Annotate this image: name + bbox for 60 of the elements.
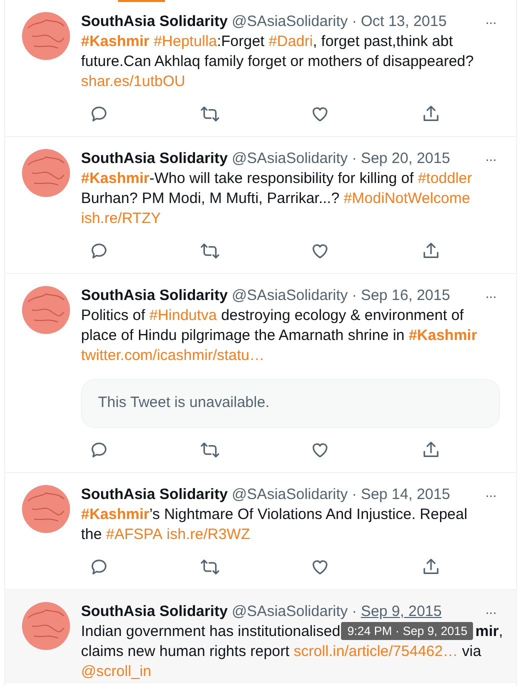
retweet-icon[interactable] [200, 104, 220, 124]
tweet-text: mir [475, 622, 499, 640]
share-icon[interactable] [420, 241, 441, 261]
author-handle[interactable]: @SAsiaSolidarity [232, 12, 348, 32]
tweet-text: future.Can Akhlaq family forget or mothers of disappeared? [81, 53, 474, 70]
tweet-text: , forget past,think abt [312, 33, 453, 50]
separator-dot: · [352, 286, 357, 306]
retweet-icon[interactable] [200, 241, 220, 261]
tweet-date[interactable]: Sep 20, 2015 [360, 149, 450, 169]
quoted-tweet-card: This Tweet is unavailable. [81, 379, 500, 428]
share-icon[interactable] [420, 440, 441, 460]
tweet-text: claims new human rights report [81, 642, 290, 660]
timestamp-tooltip: 9:24 PM · Sep 9, 2015 [341, 622, 474, 640]
tweet-text: ’s Nightmare Of Violations And Injustice. Repeal [149, 506, 468, 522]
share-icon[interactable] [420, 556, 441, 576]
tab-indicator [118, 0, 165, 2]
author-name[interactable]: SouthAsia Solidarity [81, 12, 228, 32]
tweet-date[interactable]: Sep 16, 2015 [360, 286, 450, 306]
tweet-text: via [461, 642, 482, 660]
reply-icon[interactable] [89, 104, 109, 124]
tweet-text: the [81, 526, 103, 542]
retweet-icon[interactable] [200, 440, 220, 460]
avatar[interactable] [22, 12, 70, 60]
author-name[interactable]: SouthAsia Solidarity [81, 602, 228, 622]
tweet-text: destroying ecology & environment of [220, 307, 464, 324]
tweet-text: Politics of [81, 307, 146, 324]
author-handle[interactable]: @SAsiaSolidarity [232, 484, 348, 504]
more-icon[interactable]: ··· [485, 12, 500, 32]
avatar[interactable] [22, 602, 70, 650]
tweet-text: , [498, 622, 503, 640]
reply-icon[interactable] [89, 440, 109, 460]
author-name[interactable]: SouthAsia Solidarity [81, 149, 228, 169]
tweet-date[interactable]: Sep 14, 2015 [360, 484, 450, 504]
separator-dot: · [352, 602, 357, 622]
more-icon[interactable]: ··· [485, 484, 500, 504]
author-name[interactable]: SouthAsia Solidarity [81, 286, 228, 306]
separator-dot: · [352, 149, 357, 169]
reply-icon[interactable] [89, 556, 109, 576]
separator-dot: · [352, 12, 357, 32]
author-handle[interactable]: @SAsiaSolidarity [232, 149, 348, 169]
reply-icon[interactable] [89, 241, 109, 261]
author-handle[interactable]: @SAsiaSolidarity [232, 286, 348, 306]
tweet-date[interactable]: Oct 13, 2015 [360, 12, 447, 32]
tweet-date[interactable]: Sep 9, 2015 [360, 602, 442, 622]
share-icon[interactable] [420, 104, 441, 124]
tweet-text: :Forget [216, 33, 266, 50]
more-icon[interactable]: ··· [485, 602, 500, 622]
tweet-text: -Who will take responsibility for killing of [149, 170, 415, 187]
tweet-text: Burhan? PM Modi, M Mufti, Parrikar...? [81, 190, 340, 207]
separator-dot: · [352, 484, 357, 504]
avatar[interactable] [22, 149, 70, 197]
tweet-text: place of Hindu pilgrimage the Amarnath shrine in [81, 327, 406, 344]
more-icon[interactable]: ··· [485, 149, 500, 169]
author-handle[interactable]: @SAsiaSolidarity [232, 602, 348, 622]
author-name[interactable]: SouthAsia Solidarity [81, 484, 228, 504]
more-icon[interactable]: ··· [485, 286, 500, 306]
avatar[interactable] [22, 286, 70, 334]
tweet-text: Indian government has institutionalised [81, 622, 340, 640]
retweet-icon[interactable] [200, 556, 220, 576]
avatar[interactable] [22, 484, 70, 532]
